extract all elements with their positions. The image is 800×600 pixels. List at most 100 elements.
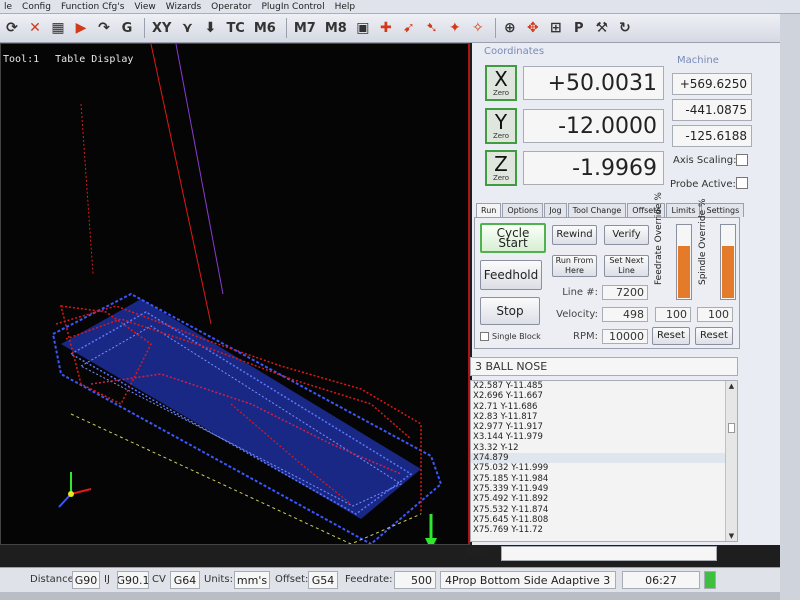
- z-direction-arrowhead: [425, 538, 437, 544]
- menu-item[interactable]: Config: [22, 2, 51, 12]
- gcode-line[interactable]: X2.587 Y-11.485: [471, 381, 737, 391]
- probe-active-checkbox[interactable]: [736, 177, 748, 189]
- grid-icon-button[interactable]: ▦: [48, 17, 68, 39]
- menu-item[interactable]: Help: [335, 2, 356, 12]
- tab-tool-change[interactable]: Tool Change: [567, 203, 627, 217]
- run-from-here-button[interactable]: Run From Here: [552, 255, 597, 277]
- m7-button[interactable]: M7: [291, 17, 319, 39]
- redo-icon-button[interactable]: ↷: [94, 17, 114, 39]
- part-surface: [61, 299, 421, 519]
- set-next-line-button[interactable]: Set Next Line: [604, 255, 649, 277]
- close-icon-button[interactable]: ✕: [25, 17, 45, 39]
- gcode-line[interactable]: X75.645 Y-11.808: [471, 515, 737, 525]
- single-block-label: Single Block: [492, 332, 541, 341]
- single-block-checkbox[interactable]: [480, 332, 489, 341]
- gcode-line[interactable]: X2.83 Y-11.817: [471, 412, 737, 422]
- jog-arrow-2-icon-button[interactable]: ➷: [422, 17, 442, 39]
- refresh-icon-button[interactable]: ↻: [615, 17, 635, 39]
- line-number-field[interactable]: 7200: [602, 285, 648, 300]
- display-mode-label: Table Display: [55, 54, 134, 65]
- feedrate-field: 500: [394, 571, 436, 589]
- scroll-thumb[interactable]: [728, 423, 735, 433]
- tool-icon-button[interactable]: ⚒: [592, 17, 612, 39]
- zero-z-button[interactable]: Z Zero: [485, 150, 517, 186]
- target-icon-button[interactable]: ⊕: [500, 17, 520, 39]
- y-dro[interactable]: -12.0000: [523, 109, 664, 143]
- verify-button[interactable]: Verify: [604, 225, 649, 245]
- g-code-button[interactable]: G: [117, 17, 137, 39]
- toolbar-separator: [494, 18, 496, 38]
- cycle-icon-button[interactable]: ⟳: [2, 17, 22, 39]
- move-icon-button[interactable]: ✥: [523, 17, 543, 39]
- velocity-field: 498: [602, 307, 648, 322]
- xy-button[interactable]: XY: [149, 17, 174, 39]
- rewind-button[interactable]: Rewind: [552, 225, 597, 245]
- axis-triad-x: [70, 488, 92, 495]
- cycle-start-button[interactable]: Cycle Start: [480, 223, 546, 253]
- menu-item[interactable]: View: [134, 2, 155, 12]
- tool-path-icon-button[interactable]: ⋎: [177, 17, 197, 39]
- menu-item[interactable]: Function Cfg's: [61, 2, 124, 12]
- feedrate-override-fill: [678, 246, 690, 298]
- gcode-scrollbar[interactable]: ▲ ▼: [725, 381, 737, 541]
- m8-button[interactable]: M8: [322, 17, 350, 39]
- offset-label: Offset:: [275, 574, 309, 585]
- axis-scaling-checkbox[interactable]: [736, 154, 748, 166]
- menu-item[interactable]: le: [4, 2, 12, 12]
- tab-run[interactable]: Run: [476, 203, 502, 218]
- feedhold-button[interactable]: Feedhold: [480, 260, 542, 290]
- spindle-reset-button[interactable]: Reset: [695, 327, 733, 345]
- x-dro[interactable]: +50.0031: [523, 66, 664, 100]
- run-icon-button[interactable]: ▶: [71, 17, 91, 39]
- gcode-line[interactable]: X3.32 Y-12: [471, 443, 737, 453]
- gcode-line[interactable]: X75.769 Y-11.72: [471, 525, 737, 535]
- mdi-input[interactable]: [501, 546, 717, 561]
- gcode-line[interactable]: X2.696 Y-11.667: [471, 391, 737, 401]
- feedrate-override-slider[interactable]: [676, 224, 692, 300]
- scroll-up-icon[interactable]: ▲: [726, 381, 737, 391]
- loaded-file-field: 4Prop Bottom Side Adaptive 3: [440, 571, 616, 589]
- crosshair-icon-button[interactable]: ✚: [376, 17, 396, 39]
- menu-bar: le Config Function Cfg's View Wizards Operato…: [0, 0, 800, 14]
- gcode-line[interactable]: X75.532 Y-11.874: [471, 505, 737, 515]
- scroll-down-icon[interactable]: ▼: [726, 531, 737, 541]
- tc-button[interactable]: TC: [223, 17, 247, 39]
- feedrate-reset-button[interactable]: Reset: [652, 327, 690, 345]
- tab-options[interactable]: Options: [502, 203, 544, 217]
- m6-button[interactable]: M6: [251, 17, 279, 39]
- spindle-override-field[interactable]: 100: [697, 307, 733, 322]
- gcode-line[interactable]: X75.032 Y-11.999: [471, 463, 737, 473]
- gcode-line[interactable]: X2.977 Y-11.917: [471, 422, 737, 432]
- jog-arrow-4-icon-button[interactable]: ✧: [468, 17, 488, 39]
- menu-item[interactable]: Operator: [211, 2, 251, 12]
- menu-item[interactable]: Wizards: [166, 2, 201, 12]
- spindle-override-slider[interactable]: [720, 224, 736, 300]
- stop-button[interactable]: Stop: [480, 297, 540, 325]
- gcode-line[interactable]: X2.71 Y-11.686: [471, 402, 737, 412]
- spindle-override-label: Spindle Override %: [698, 198, 708, 285]
- jog-arrow-icon-button[interactable]: ➹: [399, 17, 419, 39]
- coolant-icon-button[interactable]: ▣: [353, 17, 373, 39]
- zero-x-button[interactable]: X Zero: [485, 65, 517, 101]
- tool-label: Tool:1: [3, 54, 40, 65]
- toolpath-display[interactable]: Tool:1 Table Display: [0, 43, 470, 545]
- down-arrow-icon-button[interactable]: ⬇: [200, 17, 220, 39]
- gcode-line[interactable]: X75.339 Y-11.949: [471, 484, 737, 494]
- gcode-line[interactable]: X74.879: [471, 453, 737, 464]
- table-icon-button[interactable]: ⊞: [546, 17, 566, 39]
- gcode-line[interactable]: X75.185 Y-11.984: [471, 474, 737, 484]
- z-dro[interactable]: -1.9969: [523, 151, 664, 185]
- tab-limits[interactable]: Limits: [666, 203, 701, 217]
- zero-y-button[interactable]: Y Zero: [485, 108, 517, 144]
- gcode-listing[interactable]: X2.587 Y-11.485 X2.696 Y-11.667 X2.71 Y-11…: [470, 380, 738, 542]
- zero-label: Zero: [492, 174, 510, 182]
- toolbar-separator: [144, 18, 145, 38]
- tab-jog[interactable]: Jog: [544, 203, 567, 217]
- gcode-line[interactable]: X75.492 Y-11.892: [471, 494, 737, 504]
- jog-arrow-3-icon-button[interactable]: ✦: [445, 17, 465, 39]
- feedrate-override-field[interactable]: 100: [655, 307, 691, 322]
- gcode-line[interactable]: X3.144 Y-11.979: [471, 432, 737, 442]
- p-button[interactable]: P: [569, 17, 589, 39]
- menu-item[interactable]: PlugIn Control: [261, 2, 324, 12]
- distance-mode-field: G90: [72, 571, 100, 589]
